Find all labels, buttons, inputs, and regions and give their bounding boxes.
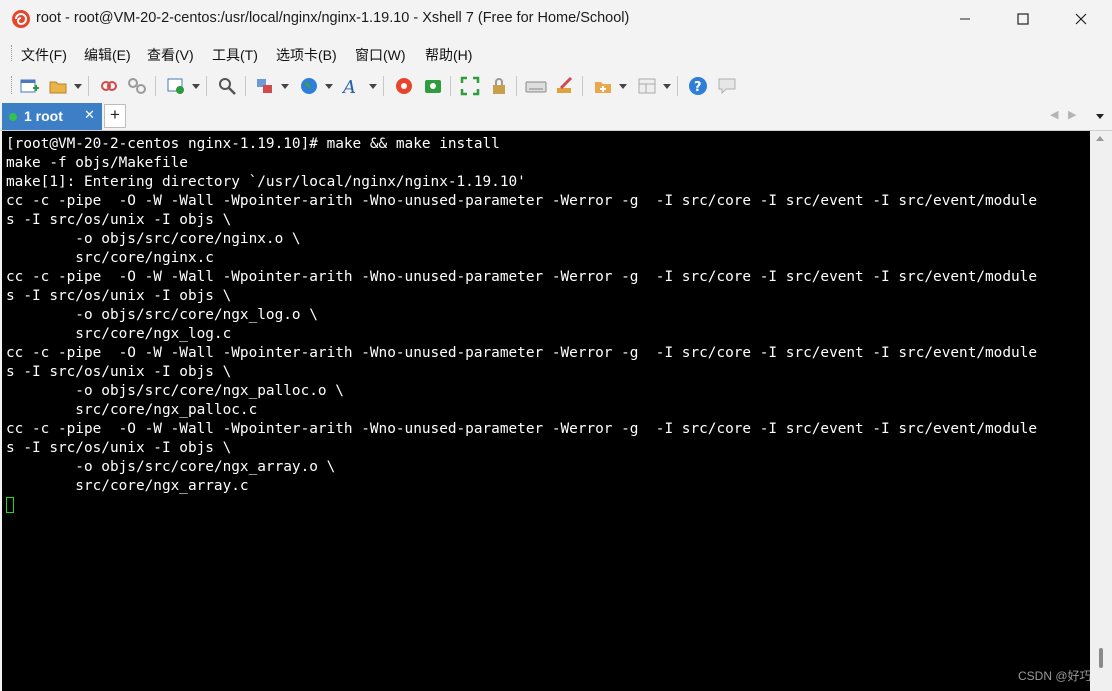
maximize-icon [1017, 13, 1029, 25]
xshell-icon[interactable] [392, 74, 416, 98]
toolbar-separator [155, 76, 156, 96]
font-icon[interactable]: A [341, 74, 365, 98]
tab-next-icon[interactable]: ▶ [1068, 108, 1076, 121]
compose-icon[interactable] [553, 74, 577, 98]
toolbar-separator [245, 76, 246, 96]
properties-dropdown-arrow[interactable] [192, 84, 200, 89]
menu-tabs[interactable]: 选项卡(B) [276, 45, 337, 65]
new-session-icon[interactable] [17, 74, 41, 98]
tab-bar [0, 102, 1112, 131]
scroll-up-icon[interactable] [1096, 136, 1104, 141]
svg-text:?: ? [694, 80, 702, 95]
terminal-cursor [6, 497, 14, 513]
font-dropdown-arrow[interactable] [369, 84, 377, 89]
menu-tools[interactable]: 工具(T) [212, 45, 258, 65]
disconnect-icon[interactable] [125, 74, 149, 98]
terminal-line: src/core/ngx_array.c [6, 478, 249, 494]
terminal-line: cc -c -pipe -O -W -Wall -Wpointer-arith … [6, 421, 1038, 437]
properties-icon[interactable] [164, 74, 188, 98]
menu-view[interactable]: 查看(V) [147, 45, 194, 65]
terminal-line: -o objs/src/core/nginx.o \ [6, 231, 301, 247]
terminal-line: -o objs/src/core/ngx_array.o \ [6, 459, 336, 475]
terminal-line: cc -c -pipe -O -W -Wall -Wpointer-arith … [6, 193, 1038, 209]
terminal-line: src/core/ngx_palloc.c [6, 402, 258, 418]
transfer-icon[interactable] [253, 74, 277, 98]
window-title: root - root@VM-20-2-centos:/usr/local/ng… [36, 10, 630, 26]
globe-dropdown-arrow[interactable] [325, 84, 333, 89]
toolbar-separator [88, 76, 89, 96]
tab-label[interactable]: 1 root [24, 108, 63, 124]
find-icon[interactable] [215, 74, 239, 98]
xftp-icon[interactable] [421, 74, 445, 98]
tab-menu-icon[interactable] [1096, 114, 1104, 119]
toolbar-separator [206, 76, 207, 96]
toolbar-separator [516, 76, 517, 96]
terminal-line: [root@VM-20-2-centos nginx-1.19.10]# mak… [6, 136, 500, 152]
terminal-line: make[1]: Entering directory `/usr/local/… [6, 174, 526, 190]
terminal-line: s -I src/os/unix -I objs \ [6, 440, 232, 456]
menu-file[interactable]: 文件(F) [21, 45, 67, 65]
close-button[interactable] [1052, 0, 1110, 38]
terminal-line: cc -c -pipe -O -W -Wall -Wpointer-arith … [6, 269, 1038, 285]
reconnect-icon[interactable] [97, 74, 121, 98]
menu-help[interactable]: 帮助(H) [425, 45, 472, 65]
open-folder-icon[interactable] [46, 74, 70, 98]
terminal-line: s -I src/os/unix -I objs \ [6, 364, 232, 380]
new-tab-dropdown-arrow[interactable] [619, 84, 627, 89]
fullscreen-icon[interactable] [458, 74, 482, 98]
vertical-scrollbar[interactable] [1090, 131, 1112, 691]
svg-text:A: A [342, 77, 356, 96]
keyboard-icon[interactable] [524, 74, 548, 98]
terminal-output[interactable]: [root@VM-20-2-centos nginx-1.19.10]# mak… [2, 131, 1090, 691]
scrollbar-thumb[interactable] [1099, 648, 1103, 668]
terminal-line: cc -c -pipe -O -W -Wall -Wpointer-arith … [6, 345, 1038, 361]
toolbar-separator [383, 76, 384, 96]
toolbar-separator [450, 76, 451, 96]
menu-grip[interactable] [11, 45, 15, 61]
chat-icon[interactable] [715, 74, 739, 98]
terminal-line: src/core/nginx.c [6, 250, 214, 266]
transfer-dropdown-arrow[interactable] [281, 84, 289, 89]
connection-status-icon [9, 113, 17, 121]
layout-icon[interactable] [635, 74, 659, 98]
menu-window[interactable]: 窗口(W) [355, 45, 406, 65]
terminal-line: s -I src/os/unix -I objs \ [6, 212, 232, 228]
toolbar-grip[interactable] [11, 76, 15, 94]
lock-icon[interactable] [487, 74, 511, 98]
terminal-line: -o objs/src/core/ngx_log.o \ [6, 307, 318, 323]
new-tab-icon[interactable] [591, 74, 615, 98]
minimize-button[interactable] [936, 0, 994, 38]
xshell-logo-icon [12, 10, 30, 28]
layout-dropdown-arrow[interactable] [663, 84, 671, 89]
minimize-icon [960, 18, 970, 20]
globe-icon[interactable] [297, 74, 321, 98]
menu-edit[interactable]: 编辑(E) [84, 45, 131, 65]
add-tab-button[interactable]: + [104, 104, 126, 128]
tab-close-icon[interactable]: ✕ [84, 107, 95, 123]
terminal-lines: [root@VM-20-2-centos nginx-1.19.10]# mak… [6, 135, 1037, 496]
tab-prev-icon[interactable]: ◀ [1050, 108, 1058, 121]
maximize-button[interactable] [994, 0, 1052, 38]
help-icon[interactable]: ? [686, 74, 710, 98]
close-icon [1075, 13, 1087, 25]
open-dropdown-arrow[interactable] [74, 84, 82, 89]
watermark: CSDN @好巧. [1018, 669, 1095, 683]
terminal-line: src/core/ngx_log.c [6, 326, 232, 342]
terminal-line: s -I src/os/unix -I objs \ [6, 288, 232, 304]
terminal-line: -o objs/src/core/ngx_palloc.o \ [6, 383, 344, 399]
terminal-line: make -f objs/Makefile [6, 155, 188, 171]
toolbar-separator [582, 76, 583, 96]
toolbar-separator [677, 76, 678, 96]
